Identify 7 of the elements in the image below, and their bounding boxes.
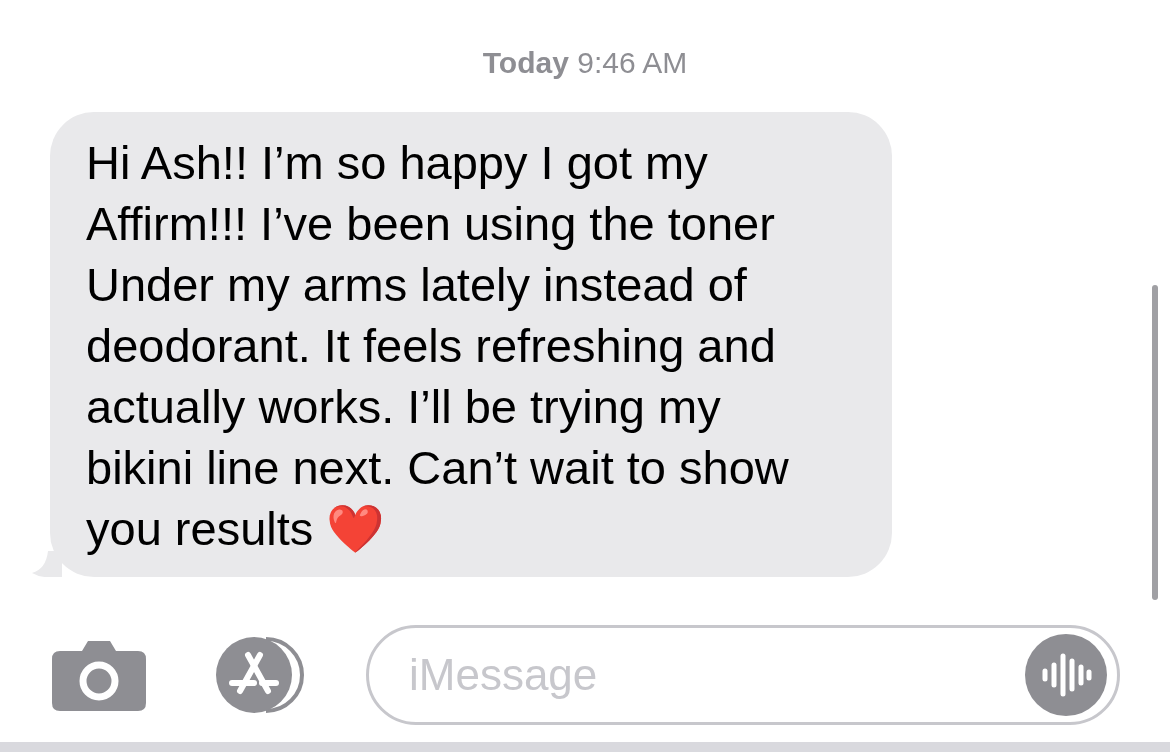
camera-icon[interactable]: [52, 639, 146, 711]
scrollbar[interactable]: [1152, 285, 1158, 600]
message-input-field[interactable]: iMessage: [366, 625, 1120, 725]
audio-waveform-icon[interactable]: [1025, 634, 1107, 716]
message-input[interactable]: iMessage: [407, 649, 1025, 701]
message-timestamp: Today 9:46 AM: [481, 46, 689, 80]
message-text: Hi Ash!! I’m so happy I got my Affirm!!! I’ve been using the toner Under my arms lately instead of deodorant. It feels refreshing and actually works. I’ll be trying my bikini line next. Can’t wait to show you results ❤: [86, 135, 790, 557]
